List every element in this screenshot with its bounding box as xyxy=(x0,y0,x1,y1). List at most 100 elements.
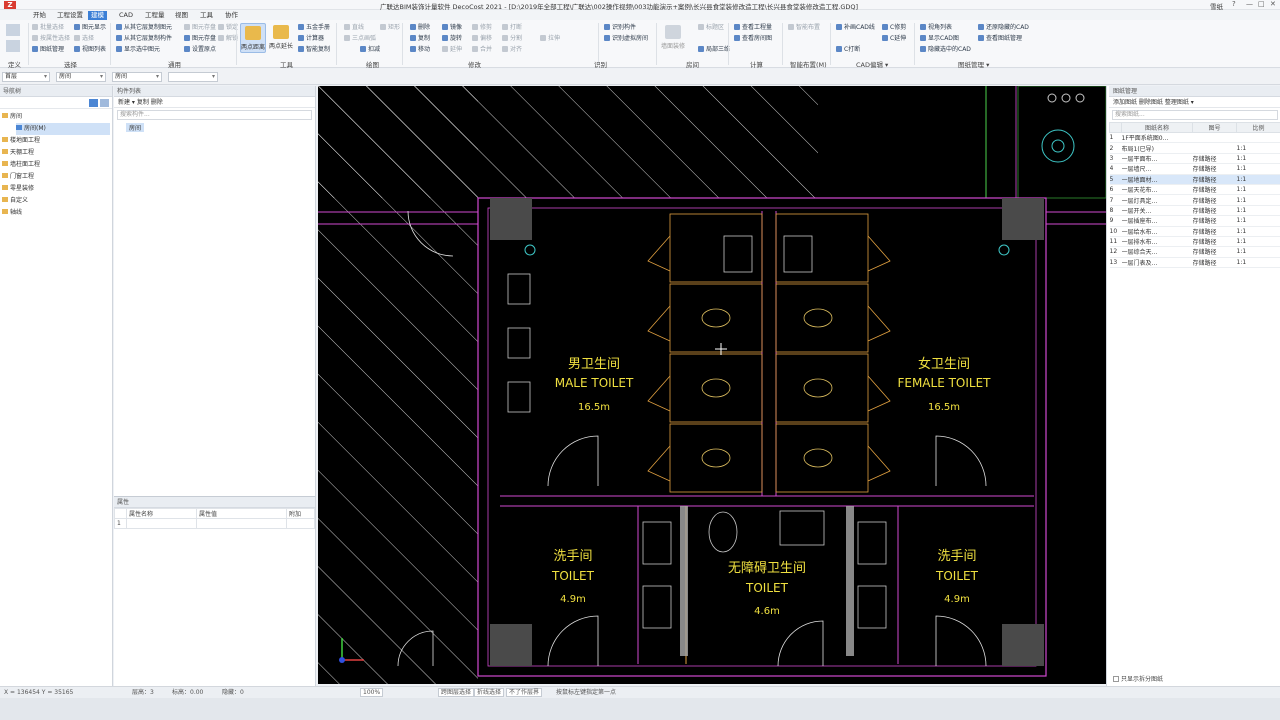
close-icon[interactable]: ✕ xyxy=(1270,0,1276,8)
show-cad-button[interactable]: 显示CAD图 xyxy=(920,34,959,43)
table-row-selected[interactable]: 5 一层地面材... 存储路径 1:1 xyxy=(1109,174,1280,185)
restore-hidden-cad-button[interactable]: 还原隐藏的CAD xyxy=(978,23,1029,32)
table-row[interactable]: 3 一层平面布... 存储路径 1:1 xyxy=(1109,153,1280,165)
cad-trim-button[interactable]: C修剪 xyxy=(882,23,906,32)
offset-button[interactable]: 偏移 xyxy=(472,34,492,43)
tab-collaboration[interactable]: 协作 xyxy=(222,11,241,20)
table-row[interactable]: 1 1F平面系统图0... xyxy=(1109,132,1280,144)
title-area-button[interactable]: 标题区 xyxy=(698,23,724,32)
select-by-attr-button[interactable]: 按属性选择 xyxy=(32,34,70,43)
three-point-arc-button[interactable]: 三点画弧 xyxy=(344,34,376,43)
rotate-button[interactable]: 旋转 xyxy=(442,34,462,43)
group-cad-edit[interactable]: CAD偏辑 ▾ xyxy=(856,59,888,69)
unlock-button[interactable]: 解锁 xyxy=(218,34,238,43)
table-row[interactable]: 7 一层灯具定... 存储路径 1:1 xyxy=(1109,194,1280,206)
element-store-button[interactable]: 图元存盘 xyxy=(184,34,216,43)
table-row[interactable]: 12 一层综合天... 存储路径 1:1 xyxy=(1109,246,1280,258)
tree-node-room-m[interactable]: 房间(M) xyxy=(16,123,110,135)
stretch-button[interactable]: 拉伸 xyxy=(540,34,560,43)
break-button[interactable]: 打断 xyxy=(502,23,522,32)
view-room-drawing-button[interactable]: 查看房间图 xyxy=(734,34,772,43)
two-point-distance-button[interactable]: 两点距离 xyxy=(240,23,266,53)
hide-selected-cad-button[interactable]: 隐藏选中的CAD xyxy=(920,45,971,54)
component-search-input[interactable]: 搜索构件... xyxy=(117,110,312,120)
polyline-select-button[interactable]: 折线选择 xyxy=(474,688,505,697)
merge-button[interactable]: 合并 xyxy=(472,45,492,54)
component-select[interactable]: 房间 xyxy=(112,72,162,82)
deduct-button[interactable]: 扣减 xyxy=(360,45,380,54)
copy-comp-from-layer-button[interactable]: 从其它层复制构件 xyxy=(116,34,172,43)
tab-start[interactable]: 开始 xyxy=(30,11,49,20)
lock-button[interactable]: 锁定 xyxy=(218,23,238,32)
cad-extend-button[interactable]: C延伸 xyxy=(882,34,906,43)
tab-modeling[interactable]: 建模 xyxy=(88,11,107,20)
element-save-button[interactable]: 图元存盘 xyxy=(184,23,216,32)
drawing-manager-button[interactable]: 图纸管理 xyxy=(32,45,64,54)
tree-node-floor[interactable]: 楼地面工程 xyxy=(2,135,110,147)
cad-canvas[interactable]: 男卫生间 MALE TOILET 16.5m 女卫生间 FEMALE TOILE… xyxy=(318,86,1106,684)
table-row[interactable]: 4 一层墙尺... 存储路径 1:1 xyxy=(1109,163,1280,175)
table-row[interactable]: 11 一层排水布... 存储路径 1:1 xyxy=(1109,236,1280,248)
element-display-button[interactable]: 图元显示 xyxy=(74,23,106,32)
tree-view-icon[interactable] xyxy=(100,99,109,107)
category-select[interactable]: 房间 xyxy=(56,72,106,82)
local-3d-button[interactable]: 局部三维 xyxy=(698,45,730,54)
tab-project-settings[interactable]: 工程设置 xyxy=(54,11,86,20)
component-toolbar[interactable]: 新建 ▾ 复制 删除 xyxy=(114,97,315,108)
table-row[interactable]: 8 一层开关... 存储路径 1:1 xyxy=(1109,205,1280,217)
batch-select-button[interactable]: 批量选择 xyxy=(32,23,64,32)
table-row[interactable]: 2 布局1(已导) 1:1 xyxy=(1109,142,1280,154)
zoom-select[interactable]: 100% xyxy=(360,688,384,697)
tab-tools[interactable]: 工具 xyxy=(197,11,216,20)
extend-button[interactable]: 延伸 xyxy=(442,45,462,54)
split-only-checkbox[interactable]: 只显示拆分图纸 xyxy=(1113,674,1163,683)
delete-button[interactable]: 删除 xyxy=(410,23,430,32)
select-button[interactable]: 选择 xyxy=(74,34,94,43)
floor-select[interactable]: 首层 xyxy=(2,72,50,82)
hardware-manual-button[interactable]: 五金手册 xyxy=(298,23,330,32)
layer-dropdown[interactable]: 不了作层界 xyxy=(506,688,543,697)
table-row[interactable]: 6 一层天花布... 存储路径 1:1 xyxy=(1109,184,1280,196)
define2-icon[interactable] xyxy=(6,40,20,52)
split-button[interactable]: 分割 xyxy=(502,34,522,43)
extra-select[interactable] xyxy=(168,72,218,82)
smart-copy-button[interactable]: 智能复制 xyxy=(298,45,330,54)
minimize-icon[interactable]: — xyxy=(1246,0,1253,8)
group-drawing-manage[interactable]: 图纸管理 ▾ xyxy=(958,59,989,69)
drawing-search-input[interactable]: 搜索图纸... xyxy=(1112,110,1278,120)
line-button[interactable]: 直线 xyxy=(344,23,364,32)
drawing-toolbar[interactable]: 添加图纸 删除图纸 整理图纸 ▾ xyxy=(1109,97,1280,108)
calculator-button[interactable]: 计算器 xyxy=(298,34,324,43)
view-angle-list-button[interactable]: 视角列表 xyxy=(920,23,952,32)
component-item[interactable]: 房间 xyxy=(126,123,145,132)
align-button[interactable]: 对齐 xyxy=(502,45,522,54)
maximize-icon[interactable]: □ xyxy=(1258,0,1265,8)
tree-node-ceiling[interactable]: 天棚工程 xyxy=(2,147,110,159)
identify-component-button[interactable]: 识别构件 xyxy=(604,23,636,32)
tab-quantities[interactable]: 工程量 xyxy=(142,11,168,20)
tree-node-axis[interactable]: 轴线 xyxy=(2,207,110,219)
show-selected-button[interactable]: 显示选中图元 xyxy=(116,45,160,54)
tree-node-custom[interactable]: 自定义 xyxy=(2,195,110,207)
copy-from-layer-button[interactable]: 从其它层复制图元 xyxy=(116,23,172,32)
mirror-button[interactable]: 镜像 xyxy=(442,23,462,32)
tree-node-room[interactable]: 房间 xyxy=(2,111,110,123)
tab-view[interactable]: 视图 xyxy=(172,11,191,20)
tree-node-door-window[interactable]: 门窗工程 xyxy=(2,171,110,183)
table-row[interactable]: 13 一层门表及... 存储路径 1:1 xyxy=(1109,257,1280,269)
view-quantity-button[interactable]: 查看工程量 xyxy=(734,23,772,32)
help-icon[interactable]: ? xyxy=(1232,0,1236,8)
tree-node-misc[interactable]: 零星装修 xyxy=(2,183,110,195)
wall-decoration-button[interactable]: 墙面装修 xyxy=(660,23,686,53)
move-button[interactable]: 移动 xyxy=(410,45,430,54)
list-view-icon[interactable] xyxy=(89,99,98,107)
tab-cad[interactable]: CAD xyxy=(116,11,136,20)
trim-button[interactable]: 修剪 xyxy=(472,23,492,32)
view-drawing-manager-button[interactable]: 查看图纸管理 xyxy=(978,34,1022,43)
rect-button[interactable]: 矩形 xyxy=(380,23,400,32)
copy-button[interactable]: 复制 xyxy=(410,34,430,43)
draw-cad-line-button[interactable]: 补画CAD线 xyxy=(836,23,875,32)
smart-layout-button[interactable]: 智能布置 xyxy=(788,23,820,32)
table-row[interactable]: 9 一层插座布... 存储路径 1:1 xyxy=(1109,215,1280,227)
two-point-extend-button[interactable]: 两点延长 xyxy=(268,23,294,53)
